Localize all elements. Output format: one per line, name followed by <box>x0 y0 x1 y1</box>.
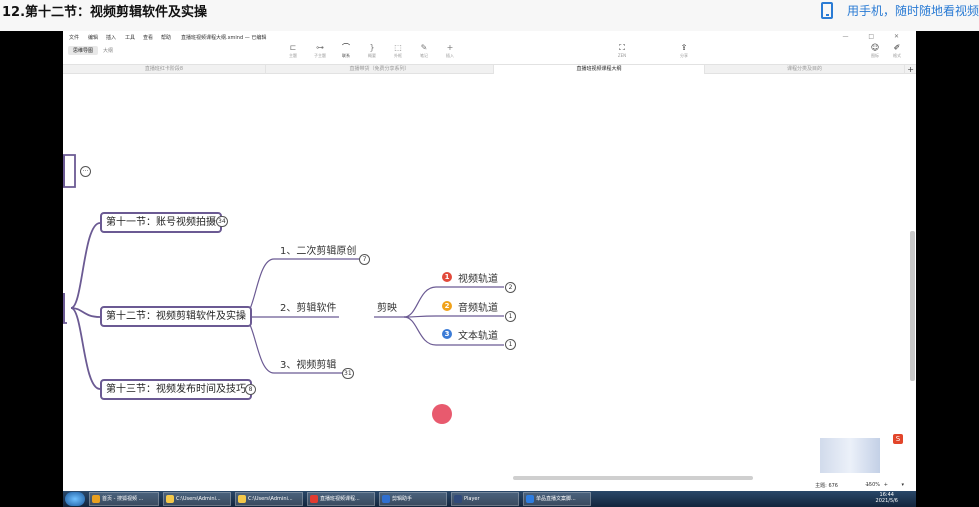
topic-lesson-12[interactable]: 第十二节：视频剪辑软件及实操 <box>100 306 252 327</box>
system-clock[interactable]: 16:44 2021/5/6 <box>876 492 898 504</box>
brush-icon: ✐ <box>893 43 901 52</box>
taskbar-item-script[interactable]: 单品直播文案脚... <box>523 492 591 506</box>
toolbar-note-button[interactable]: ✎ 笔记 <box>412 43 436 59</box>
insert-icon: + <box>446 43 454 52</box>
tab-sheet-3[interactable]: 直播班视频课程大纲 <box>494 65 705 74</box>
relation-icon: ⌒ <box>342 43 350 52</box>
menu-tools[interactable]: 工具 <box>125 34 135 41</box>
menu-view[interactable]: 查看 <box>143 34 153 41</box>
toolbar-topic-button[interactable]: ⊏ 主题 <box>281 43 305 59</box>
cursor-highlight <box>432 404 452 424</box>
summary-icon: } <box>369 43 375 52</box>
add-sheet-icon[interactable]: + <box>907 65 914 74</box>
subtopic-secondary-edit[interactable]: 1、二次剪辑原创 <box>280 242 356 257</box>
boundary-icon: ⬚ <box>394 43 402 52</box>
toolbar-icon-button[interactable]: ☺ 图标 <box>863 43 887 59</box>
topic-lesson-11-count[interactable]: 34 <box>216 216 228 227</box>
topic-icon: ⊏ <box>289 43 297 52</box>
menu-edit[interactable]: 编辑 <box>88 34 98 41</box>
note-icon: ✎ <box>420 43 428 52</box>
folder-icon <box>166 495 174 503</box>
app-menubar: 文件 编辑 插入 工具 查看 帮助 直播班视频课程大纲.xmind — 已编辑 … <box>63 31 916 43</box>
subtopic-secondary-edit-count[interactable]: 7 <box>359 254 370 265</box>
taskbar-item-browser[interactable]: 首页 - 搜狐视频 ... <box>89 492 159 506</box>
sheet-tabs: 直播班红卡阶段8 直播带货（免费分享系列） 直播班视频课程大纲 课程分类及目的 … <box>63 64 916 74</box>
track-audio[interactable]: 音频轨道 <box>458 299 498 314</box>
smiley-icon: ☺ <box>870 43 880 52</box>
tab-sheet-2[interactable]: 直播带货（免费分享系列） <box>266 65 494 74</box>
priority-3-icon: 3 <box>442 329 452 339</box>
taskbar-item-folder-2[interactable]: C:\Users\Admini... <box>235 492 303 506</box>
subtopic-icon: ⊶ <box>316 43 324 52</box>
phone-icon <box>820 1 833 19</box>
browser-icon <box>92 495 100 503</box>
view-mindmap-button[interactable]: 思维导图 <box>68 46 99 55</box>
taskbar-item-editor[interactable]: 剪辑助手 <box>379 492 447 506</box>
toolbar: ⊏ 主题 ⊶ 子主题 ⌒ 联系 } 概要 ⬚ 外框 ✎ 笔记 + 插入 ⛶ ZEN ⇪ 分享 ☺ 图… <box>63 43 916 63</box>
status-bar: 主题: 676 150% — + ▾ <box>63 480 916 490</box>
menu-file[interactable]: 文件 <box>69 34 79 41</box>
tab-sheet-1[interactable]: 直播班红卡阶段8 <box>63 65 266 74</box>
topic-count: 主题: 676 <box>815 483 838 489</box>
fullscreen-icon: ⛶ <box>619 43 625 52</box>
page-title: 12.第十二节：视频剪辑软件及实操 <box>2 5 208 20</box>
subtopic-edit-software[interactable]: 2、剪辑软件 <box>280 299 336 314</box>
toolbar-subtopic-button[interactable]: ⊶ 子主题 <box>308 43 332 59</box>
toolbar-insert-button[interactable]: + 插入 <box>438 43 462 59</box>
toolbar-format-button[interactable]: ✐ 格式 <box>885 43 909 59</box>
topic-lesson-13[interactable]: 第十三节：视频发布时间及技巧 <box>100 379 252 400</box>
vertical-scrollbar[interactable] <box>910 231 915 381</box>
blurred-overlay <box>820 438 880 473</box>
subtopic-video-edit[interactable]: 3、视频剪辑 <box>280 356 336 371</box>
menu-insert[interactable]: 插入 <box>106 34 116 41</box>
priority-2-icon: 2 <box>442 301 452 311</box>
view-outline-button[interactable]: 大纲 <box>98 46 118 55</box>
taskbar-item-xmind[interactable]: 直播班视频课程... <box>307 492 375 506</box>
track-video[interactable]: 视频轨道 <box>458 270 498 285</box>
mobile-tip-label: 用手机，随时随地看视频 <box>846 3 979 18</box>
toolbar-share-button[interactable]: ⇪ 分享 <box>672 43 696 59</box>
sogou-logo-icon: S <box>893 434 903 444</box>
track-text[interactable]: 文本轨道 <box>458 327 498 342</box>
start-button[interactable] <box>65 492 85 506</box>
mobile-watch-link[interactable]: 用手机，随时随地看视频 <box>820 1 979 19</box>
toolbar-boundary-button[interactable]: ⬚ 外框 <box>386 43 410 59</box>
tab-sheet-4[interactable]: 课程分类及目的 <box>705 65 905 74</box>
editor-icon <box>382 495 390 503</box>
mindmap-canvas[interactable]: ··· 第十一节：账号视频拍摄 34 第十二节：视频剪辑软件及实操 第十三节：视… <box>63 75 916 475</box>
xmind-icon <box>310 495 318 503</box>
zoom-controls[interactable]: — + ▾ <box>865 482 910 488</box>
track-text-count[interactable]: 1 <box>505 339 516 350</box>
document-title: 直播班视频课程大纲.xmind — 已编辑 <box>181 35 267 41</box>
clock-date: 2021/5/6 <box>875 498 898 504</box>
toolbar-summary-button[interactable]: } 概要 <box>360 43 384 59</box>
software-jianying[interactable]: 剪映 <box>377 299 397 314</box>
taskbar-item-player[interactable]: Player <box>451 492 519 506</box>
windows-taskbar: 首页 - 搜狐视频 ... C:\Users\Admini... C:\User… <box>63 491 916 507</box>
page-header: 12.第十二节：视频剪辑软件及实操 用手机，随时随地看视频 <box>0 0 979 31</box>
topic-lesson-13-count[interactable]: 8 <box>245 384 256 395</box>
track-audio-count[interactable]: 1 <box>505 311 516 322</box>
document-icon <box>526 495 534 503</box>
toolbar-zen-button[interactable]: ⛶ ZEN <box>610 43 634 58</box>
view-mode-toggle: 思维导图 大纲 <box>68 46 118 55</box>
window-controls[interactable]: — □ ✕ <box>842 33 908 40</box>
player-icon <box>454 495 462 503</box>
subtopic-video-edit-count[interactable]: 31 <box>342 368 354 379</box>
folder-icon <box>238 495 246 503</box>
track-video-count[interactable]: 2 <box>505 282 516 293</box>
topic-lesson-11[interactable]: 第十一节：账号视频拍摄 <box>100 212 222 233</box>
taskbar-item-folder-1[interactable]: C:\Users\Admini... <box>163 492 231 506</box>
video-player-frame[interactable]: 文件 编辑 插入 工具 查看 帮助 直播班视频课程大纲.xmind — 已编辑 … <box>63 31 916 507</box>
priority-1-icon: 1 <box>442 272 452 282</box>
toolbar-relation-button[interactable]: ⌒ 联系 <box>334 43 358 59</box>
collapsed-badge[interactable]: ··· <box>80 166 91 177</box>
share-icon: ⇪ <box>680 43 688 52</box>
menu-help[interactable]: 帮助 <box>161 34 171 41</box>
